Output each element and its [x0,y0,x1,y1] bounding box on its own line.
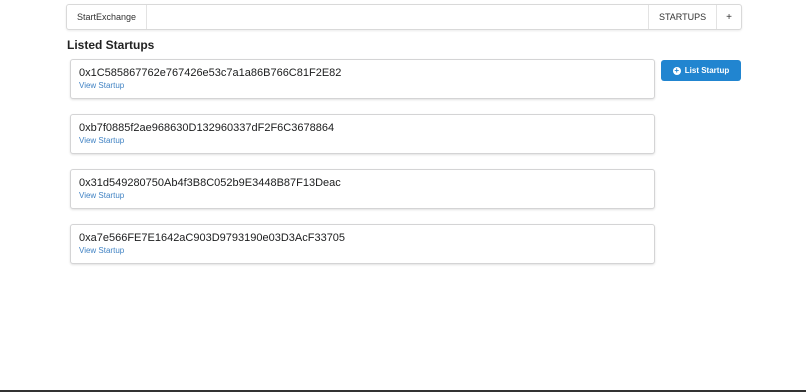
startup-address: 0x1C585867762e767426e53c7a1a86B766C81F2E… [79,67,342,79]
list-startup-label: List Startup [684,66,730,75]
brand-link[interactable]: StartExchange [67,5,148,29]
startup-card: 0xb7f0885f2ae968630D132960337dF2F6C36788… [70,114,655,154]
startups-link[interactable]: STARTUPS [647,5,716,29]
list-startup-button[interactable]: + List Startup [661,60,741,81]
startup-card: 0x31d549280750Ab4f3B8C052b9E3448B87F13De… [70,169,655,209]
startup-card: 0x1C585867762e767426e53c7a1a86B766C81F2E… [70,59,655,99]
view-startup-link[interactable]: View Startup [79,135,646,146]
view-startup-link[interactable]: View Startup [79,80,646,91]
menu-spacer [147,5,648,29]
plus-circle-icon: + [672,65,681,75]
page: StartExchange STARTUPS + Listed Startups… [0,0,806,392]
startup-list: 0x1C585867762e767426e53c7a1a86B766C81F2E… [70,59,655,279]
startup-card: 0xa7e566FE7E1642aC903D9793190e03D3AcF337… [70,224,655,264]
startup-address: 0xa7e566FE7E1642aC903D9793190e03D3AcF337… [79,232,346,244]
page-title: Listed Startups [67,38,155,52]
top-menu: StartExchange STARTUPS + [66,4,742,30]
view-startup-link[interactable]: View Startup [79,245,646,256]
view-startup-link[interactable]: View Startup [79,190,646,201]
add-link[interactable]: + [716,5,741,29]
startup-address: 0x31d549280750Ab4f3B8C052b9E3448B87F13De… [79,177,341,189]
startup-address: 0xb7f0885f2ae968630D132960337dF2F6C36788… [79,122,335,134]
